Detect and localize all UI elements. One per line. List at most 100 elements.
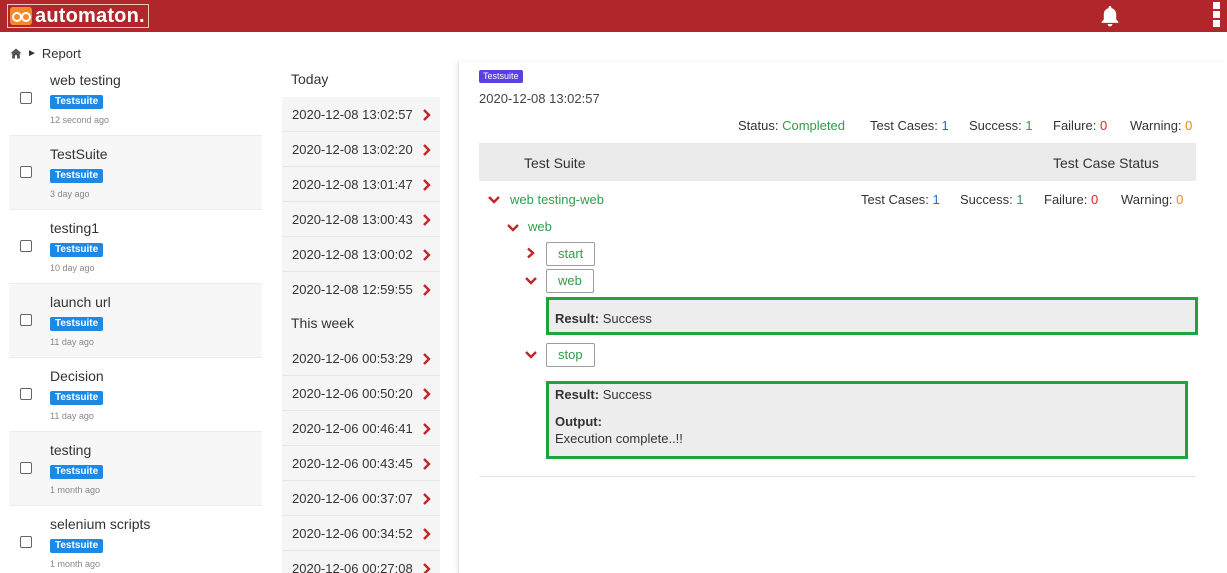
- summary-status: Status: Completed: [738, 118, 845, 133]
- suite-list-item[interactable]: testing1 Testsuite 10 day ago: [9, 210, 262, 284]
- chevron-right-icon: [423, 353, 431, 365]
- suite-checkbox[interactable]: [20, 92, 32, 104]
- suite-type-badge: Testsuite: [50, 169, 104, 183]
- suite-checkbox[interactable]: [20, 314, 32, 326]
- breadcrumb-current: Report: [41, 45, 81, 61]
- test-cases-count: 1: [941, 118, 949, 133]
- chevron-down-icon[interactable]: [488, 195, 500, 205]
- suite-checkbox[interactable]: [20, 388, 32, 400]
- suite-name: Decision: [50, 368, 104, 384]
- stop-result-line: Result: Success: [555, 387, 652, 402]
- run-timestamp: 2020-12-06 00:43:45: [292, 456, 413, 471]
- suite-name: web testing: [50, 72, 121, 88]
- summary-success: Success: 1: [969, 118, 1033, 133]
- web-step-result: Result: Success: [546, 297, 1198, 335]
- run-row[interactable]: 2020-12-06 00:46:41: [282, 411, 440, 446]
- suite-updated-ago: 11 day ago: [50, 411, 94, 421]
- breadcrumb: ► Report: [10, 44, 81, 62]
- suite-name: selenium scripts: [50, 516, 151, 532]
- top-bar: automaton.: [0, 0, 1227, 32]
- column-test-suite: Test Suite: [524, 155, 586, 171]
- chevron-right-icon: [423, 214, 431, 226]
- app-logo[interactable]: automaton.: [7, 4, 149, 28]
- suite-list-item[interactable]: testing Testsuite 1 month ago: [9, 432, 262, 506]
- run-row[interactable]: 2020-12-08 13:02:20: [282, 132, 440, 167]
- run-row[interactable]: 2020-12-06 00:53:29: [282, 341, 440, 376]
- suite-list-item[interactable]: TestSuite Testsuite 3 day ago: [9, 136, 262, 210]
- run-timestamp: 2020-12-06 00:34:52: [292, 526, 413, 541]
- summary-warning: Warning: 0: [1130, 118, 1193, 133]
- suite-row-name[interactable]: web testing-web: [510, 192, 604, 207]
- home-icon[interactable]: [10, 48, 22, 59]
- suite-checkbox[interactable]: [20, 166, 32, 178]
- run-timestamp: 2020-12-08 13:00:43: [292, 212, 413, 227]
- chevron-down-icon[interactable]: [507, 223, 519, 233]
- failure-count: 0: [1099, 118, 1108, 133]
- suite-checkbox[interactable]: [20, 240, 32, 252]
- suite-list-item[interactable]: web testing Testsuite 12 second ago: [9, 62, 262, 136]
- suite-checkbox[interactable]: [20, 536, 32, 548]
- run-row[interactable]: 2020-12-06 00:50:20: [282, 376, 440, 411]
- suite-type-badge: Testsuite: [50, 465, 104, 479]
- step-start-button[interactable]: start: [546, 242, 596, 266]
- run-row[interactable]: 2020-12-06 00:34:52: [282, 516, 440, 551]
- suite-type-badge: Testsuite: [50, 243, 104, 257]
- run-row[interactable]: 2020-12-08 13:01:47: [282, 167, 440, 202]
- chevron-right-icon: [423, 284, 431, 296]
- suite-checkbox[interactable]: [20, 462, 32, 474]
- run-timestamp: 2020-12-08 13:00:02: [292, 247, 413, 262]
- report-panel: Testsuite 2020-12-08 13:02:57 Status: Co…: [458, 62, 1227, 573]
- run-row[interactable]: 2020-12-08 13:00:02: [282, 237, 440, 272]
- suite-row-failure: Failure: 0: [1044, 192, 1099, 207]
- bell-icon[interactable]: [1098, 4, 1122, 28]
- test-group-name[interactable]: web: [528, 219, 552, 234]
- suite-type-badge: Testsuite: [50, 317, 104, 331]
- suite-updated-ago: 11 day ago: [50, 337, 94, 347]
- suite-list-item[interactable]: selenium scripts Testsuite 1 month ago: [9, 506, 262, 573]
- suite-name: testing: [50, 442, 92, 458]
- suite-list-item[interactable]: launch url Testsuite 11 day ago: [9, 284, 262, 358]
- chevron-down-icon[interactable]: [525, 276, 537, 286]
- chevron-right-icon: [423, 528, 431, 540]
- run-row[interactable]: 2020-12-08 13:00:43: [282, 202, 440, 237]
- chevron-right-icon: [423, 563, 431, 573]
- chevron-right-icon: [423, 458, 431, 470]
- suite-updated-ago: 3 day ago: [50, 189, 90, 199]
- run-row[interactable]: 2020-12-06 00:43:45: [282, 446, 440, 481]
- stop-step-result: Result: Success Output: Execution comple…: [546, 381, 1188, 459]
- chevron-down-icon[interactable]: [525, 350, 537, 360]
- suite-row-warning: Warning: 0: [1121, 192, 1184, 207]
- step-web-button[interactable]: web: [546, 269, 594, 293]
- run-timestamp: 2020-12-08 13:01:47: [292, 177, 413, 192]
- suite-row-test-cases: Test Cases: 1: [861, 192, 940, 207]
- step-stop-button[interactable]: stop: [546, 343, 595, 367]
- chevron-right-icon: [423, 388, 431, 400]
- run-row[interactable]: 2020-12-06 00:37:07: [282, 481, 440, 516]
- suite-list-item[interactable]: Decision Testsuite 11 day ago: [9, 358, 262, 432]
- report-table-header: Test Suite Test Case Status: [479, 143, 1196, 181]
- suite-updated-ago: 1 month ago: [50, 485, 101, 495]
- run-timestamp: 2020-12-06 00:37:07: [292, 491, 413, 506]
- run-row[interactable]: 2020-12-06 00:27:08: [282, 551, 440, 573]
- web-result-line: Result: Success: [555, 311, 652, 326]
- run-timestamp: 2020-12-06 00:46:41: [292, 421, 413, 436]
- chevron-right-icon: [423, 493, 431, 505]
- suite-updated-ago: 12 second ago: [50, 115, 110, 125]
- run-group-this-week: This week: [282, 306, 440, 341]
- chevron-right-icon: [423, 179, 431, 191]
- suite-type-badge: Testsuite: [50, 95, 104, 109]
- suite-updated-ago: 10 day ago: [50, 263, 95, 273]
- run-history-list: Today 2020-12-08 13:02:57 2020-12-08 13:…: [282, 62, 440, 573]
- breadcrumb-separator: ►: [27, 47, 37, 59]
- run-row[interactable]: 2020-12-08 13:02:57: [282, 97, 440, 132]
- summary-failure: Failure: 0: [1053, 118, 1108, 133]
- chevron-right-icon[interactable]: [525, 248, 537, 258]
- app-name: automaton.: [35, 4, 145, 27]
- run-group-today: Today: [282, 62, 440, 97]
- suite-name: testing1: [50, 220, 100, 236]
- run-row[interactable]: 2020-12-08 12:59:55: [282, 272, 440, 307]
- chevron-right-icon: [423, 109, 431, 121]
- run-timestamp: 2020-12-06 00:50:20: [292, 386, 413, 401]
- report-run-date: 2020-12-08 13:02:57: [479, 91, 600, 106]
- kebab-menu-icon[interactable]: [1211, 2, 1221, 32]
